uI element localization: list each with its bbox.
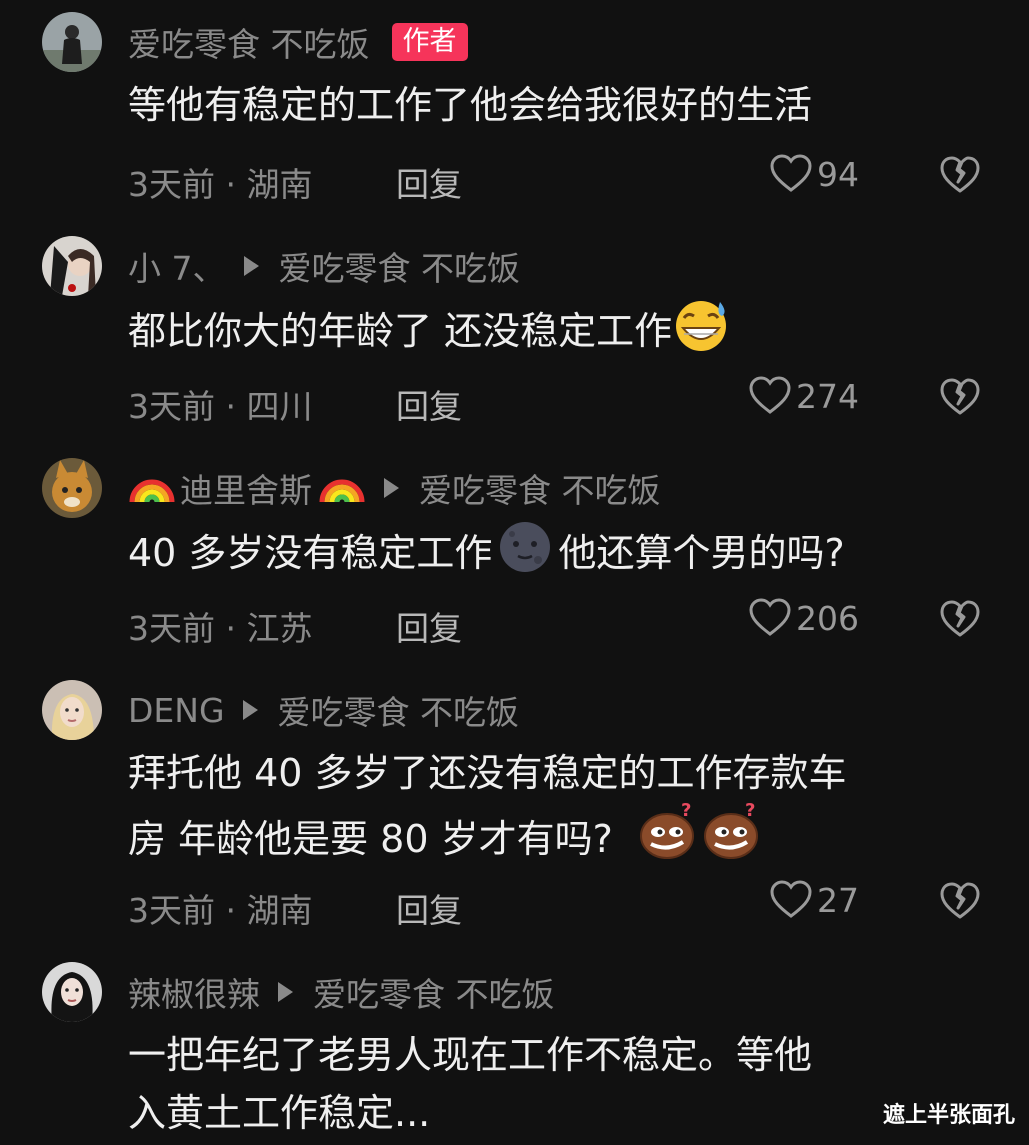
svg-text:?: ? xyxy=(681,802,691,821)
reply-to-username[interactable]: 爱吃零食 不吃饭 xyxy=(278,686,520,734)
broken-heart-icon xyxy=(940,156,980,193)
username[interactable]: 小 7、 xyxy=(128,242,226,290)
reply-to-username[interactable]: 爱吃零食 不吃饭 xyxy=(419,464,661,512)
rainbow-emoji xyxy=(318,464,366,512)
comment-meta: 爱吃零食 不吃饭 作者 xyxy=(128,20,468,64)
svg-text:?: ? xyxy=(745,802,755,821)
broken-heart-icon xyxy=(940,378,980,415)
like-count: 206 xyxy=(796,598,859,638)
comment-text: 一把年纪了老男人现在工作不稳定。等他 xyxy=(128,1033,813,1077)
username[interactable]: 爱吃零食 不吃饭 xyxy=(128,18,370,66)
reply-button[interactable]: 回复 xyxy=(396,158,462,206)
watermark: 遮上半张面孔 xyxy=(882,1103,1015,1128)
smirk-question-emoji: ? xyxy=(639,800,699,876)
dislike-button[interactable] xyxy=(940,378,980,420)
heart-icon xyxy=(749,598,791,636)
reply-to-username[interactable]: 爱吃零食 不吃饭 xyxy=(279,242,521,290)
comment-meta: 小 7、 爱吃零食 不吃饭 xyxy=(128,244,520,288)
comment-text: 等他有稳定的工作了他会给我很好的生活 xyxy=(128,83,813,127)
like-button[interactable]: 27 xyxy=(769,880,859,920)
dislike-button[interactable] xyxy=(940,600,980,642)
reply-arrow-icon xyxy=(242,700,258,720)
avatar[interactable] xyxy=(42,680,102,740)
comment-text-part: 他还算个男的吗? xyxy=(558,531,845,575)
author-badge: 作者 xyxy=(391,23,468,61)
like-count: 94 xyxy=(817,154,859,194)
like-count: 274 xyxy=(796,376,859,416)
reply-arrow-icon xyxy=(243,256,259,276)
comment-meta: 辣椒很辣 爱吃零食 不吃饭 xyxy=(128,970,555,1014)
smirk-question-emoji: ? xyxy=(703,800,763,876)
like-button[interactable]: 94 xyxy=(769,154,859,194)
time-location: 3天前 · 湖南 xyxy=(128,891,313,930)
avatar[interactable] xyxy=(42,458,102,518)
heart-icon xyxy=(770,154,812,192)
reply-arrow-icon xyxy=(278,982,293,1002)
time-location: 3天前 · 江苏 xyxy=(128,609,313,648)
rainbow-emoji xyxy=(128,464,176,512)
avatar[interactable] xyxy=(42,236,102,296)
like-button[interactable]: 274 xyxy=(748,376,859,416)
broken-heart-icon xyxy=(940,600,980,637)
comment-meta: 迪里舍斯 爱吃零食 不吃饭 xyxy=(128,466,661,510)
reply-button[interactable]: 回复 xyxy=(396,884,462,932)
reply-arrow-icon xyxy=(384,478,399,498)
broken-heart-icon xyxy=(940,882,980,919)
username[interactable]: 迪里舍斯 xyxy=(180,464,312,512)
like-count: 27 xyxy=(817,880,859,920)
like-button[interactable]: 206 xyxy=(748,598,859,638)
comment-text: 拜托他 40 多岁了还没有稳定的工作存款车 xyxy=(128,751,847,795)
username[interactable]: DENG xyxy=(128,691,225,730)
comment-text: 房 年龄他是要 80 岁才有吗? ?? xyxy=(128,800,763,876)
dislike-button[interactable] xyxy=(940,882,980,924)
heart-icon xyxy=(749,376,791,414)
time-location: 3天前 · 湖南 xyxy=(128,165,313,204)
reply-button[interactable]: 回复 xyxy=(396,380,462,428)
comment-text-part: 40 多岁没有稳定工作 xyxy=(128,531,493,575)
dislike-button[interactable] xyxy=(940,156,980,198)
new-moon-face-emoji xyxy=(498,520,552,590)
avatar[interactable] xyxy=(42,12,102,72)
time-location: 3天前 · 四川 xyxy=(128,387,313,426)
comment-meta: DENG 爱吃零食 不吃饭 xyxy=(128,686,520,734)
comment-text-part: 房 年龄他是要 80 岁才有吗? xyxy=(128,817,613,861)
comment-text-body: 都比你大的年龄了 还没稳定工作 xyxy=(128,309,673,353)
reply-button[interactable]: 回复 xyxy=(396,602,462,650)
sweat-grin-emoji xyxy=(672,298,730,368)
username[interactable]: 辣椒很辣 xyxy=(128,968,260,1016)
reply-to-username[interactable]: 爱吃零食 不吃饭 xyxy=(313,968,555,1016)
avatar[interactable] xyxy=(42,962,102,1022)
comment-text: 都比你大的年龄了 还没稳定工作 xyxy=(128,298,730,368)
heart-icon xyxy=(770,880,812,918)
comment-text: 40 多岁没有稳定工作 他还算个男的吗? xyxy=(128,520,845,590)
comment-text: 入黄土工作稳定... xyxy=(128,1091,431,1135)
